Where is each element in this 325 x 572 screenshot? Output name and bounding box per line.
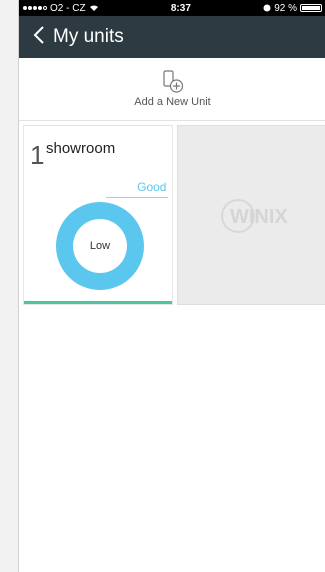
app-frame: O2 - CZ 8:37 92 % My units Add a New Uni… <box>18 0 325 572</box>
battery-icon <box>300 4 322 12</box>
winix-logo: WINIX <box>221 199 289 233</box>
add-unit-button[interactable]: Add a New Unit <box>19 58 325 121</box>
carrier-label: O2 - CZ <box>50 2 86 14</box>
battery-percent: 92 % <box>274 2 297 14</box>
clock: 8:37 <box>170 2 191 14</box>
unit-list: 1 showroom Good Low WINIX <box>19 121 325 305</box>
chevron-left-icon <box>33 26 44 44</box>
air-quality-label: Good <box>137 180 167 194</box>
empty-unit-slot[interactable]: WINIX <box>177 125 325 305</box>
signal-icon <box>23 6 47 10</box>
nav-bar: My units <box>19 16 325 58</box>
air-quality-ring: Low <box>56 202 144 290</box>
add-device-icon <box>162 70 183 93</box>
wifi-icon <box>89 5 98 11</box>
unit-number: 1 <box>30 140 45 170</box>
unit-card[interactable]: 1 showroom Good Low <box>23 125 174 305</box>
unit-name: showroom <box>46 140 116 157</box>
fan-speed-label: Low <box>89 240 111 252</box>
page-title: My units <box>53 26 124 47</box>
alarm-icon <box>263 4 271 12</box>
quality-leader-line <box>106 197 168 198</box>
back-button[interactable] <box>33 26 45 48</box>
add-unit-label: Add a New Unit <box>134 96 211 108</box>
svg-text:WINIX: WINIX <box>230 206 288 228</box>
status-bar: O2 - CZ 8:37 92 % <box>19 0 325 16</box>
